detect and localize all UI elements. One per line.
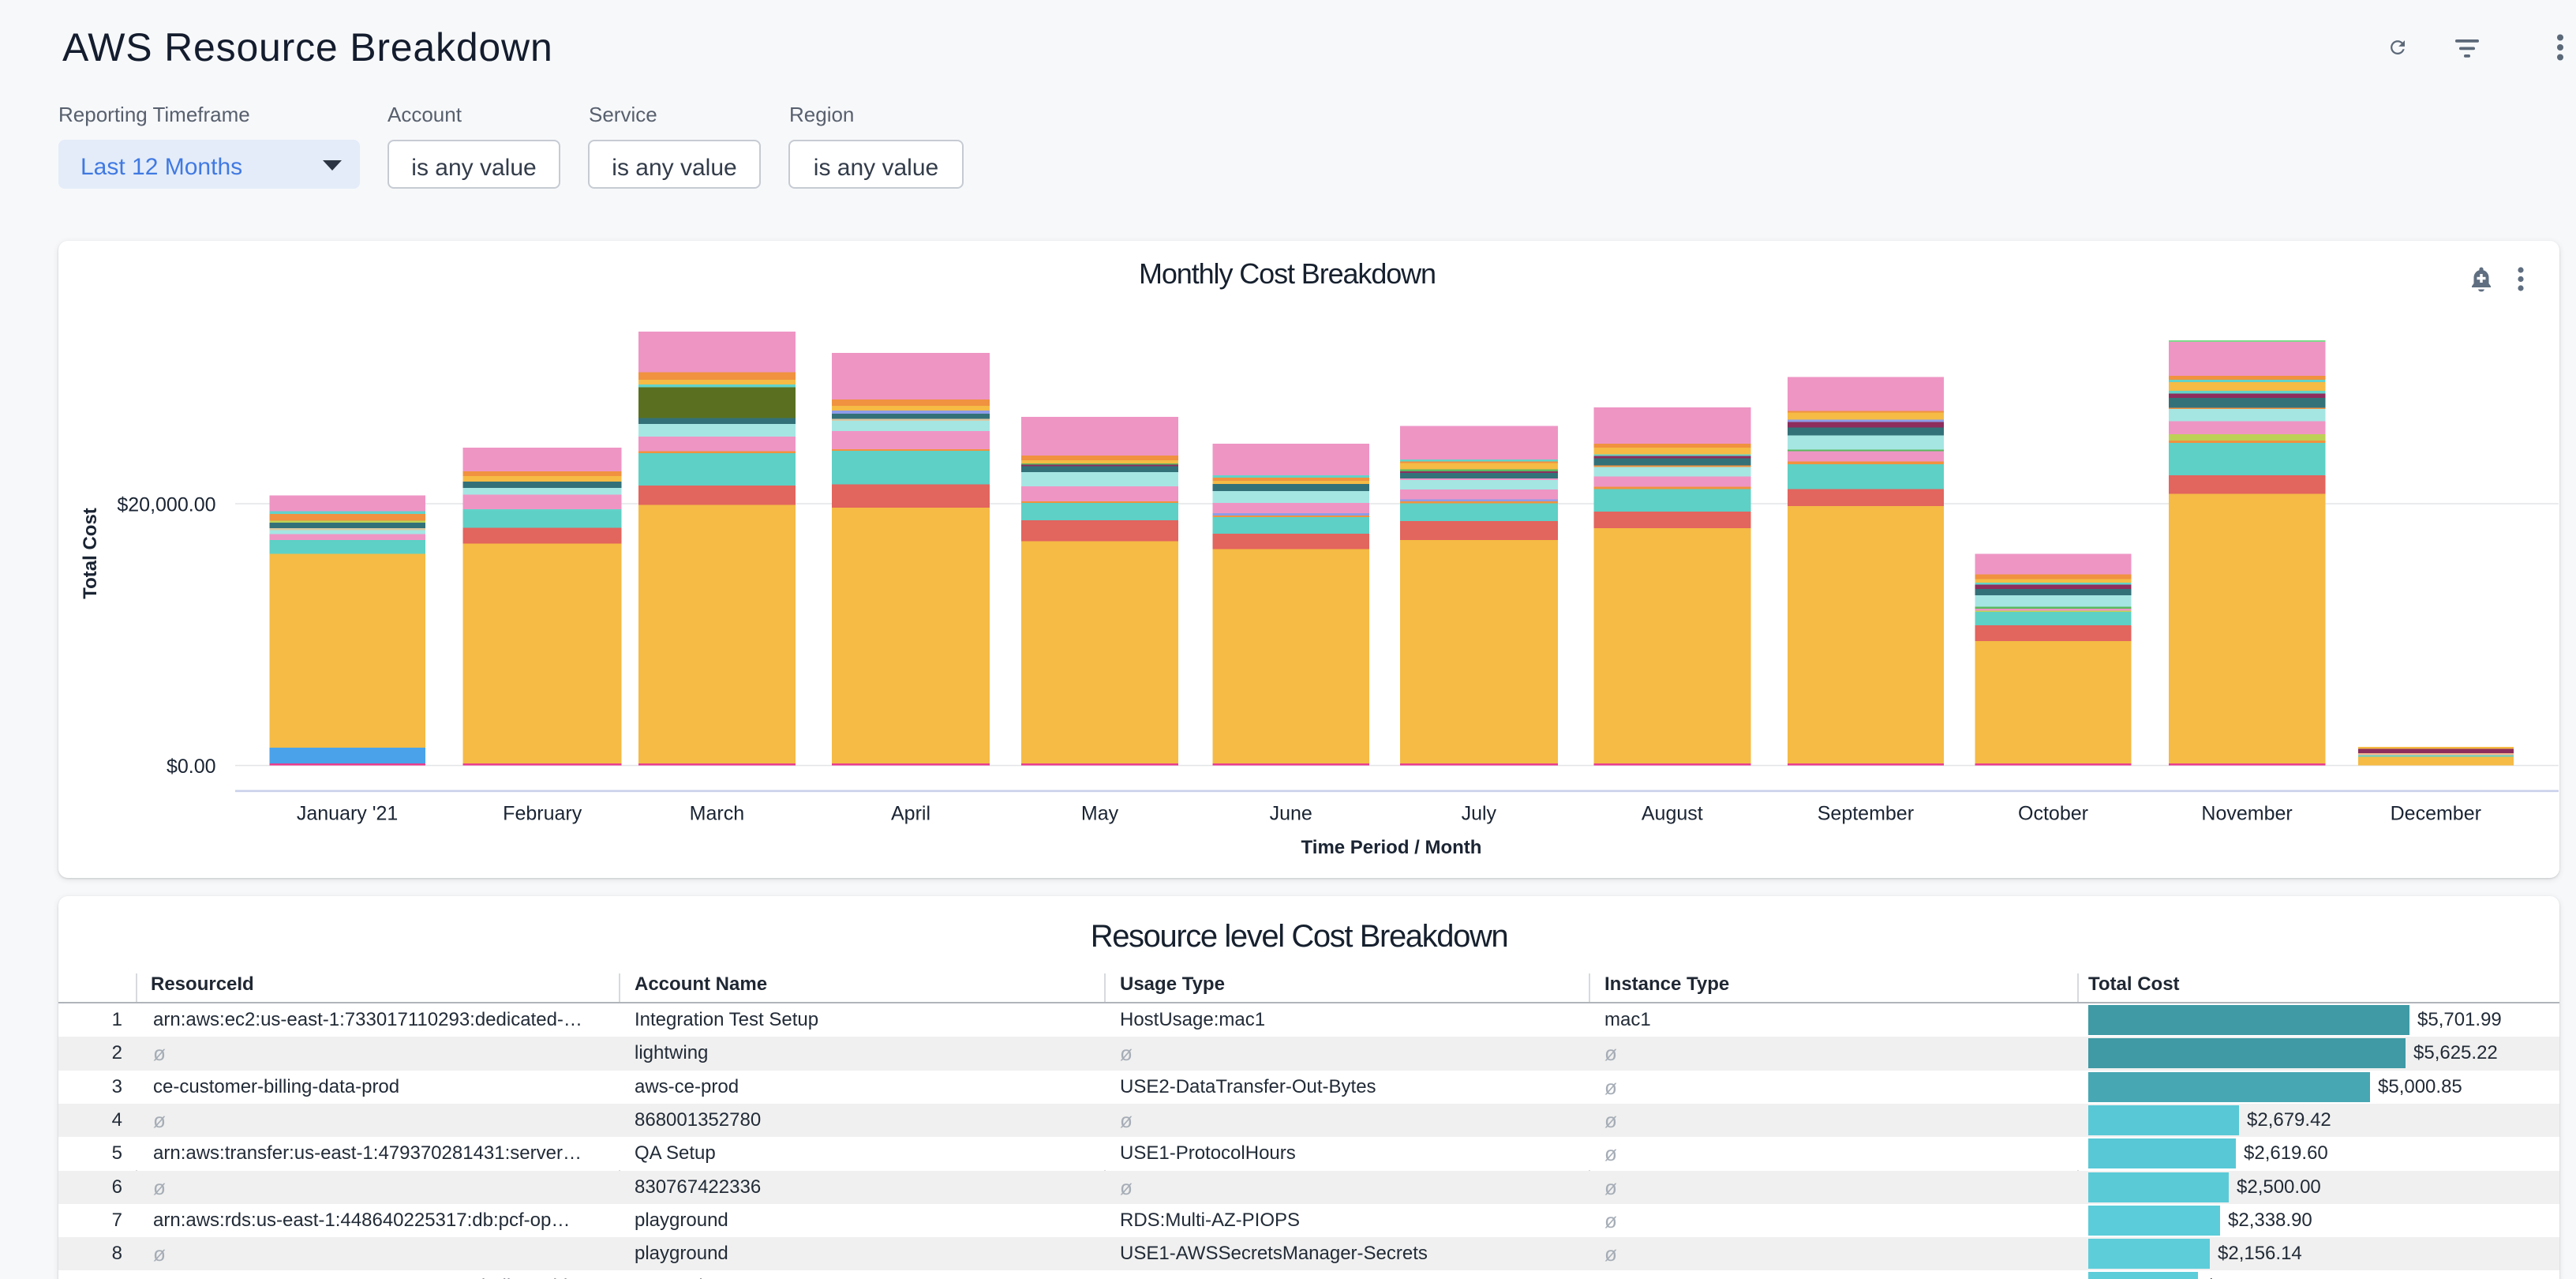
svg-text:November: November [2201,803,2292,825]
svg-text:October: October [2018,803,2088,825]
svg-text:August: August [1642,803,1703,825]
svg-text:March: March [690,803,744,825]
svg-text:February: February [503,803,582,825]
svg-text:$20,000.00: $20,000.00 [117,494,215,516]
svg-text:May: May [1081,803,1119,825]
svg-text:September: September [1818,803,1914,825]
svg-text:Total Cost: Total Cost [80,508,101,599]
svg-text:December: December [2391,803,2481,825]
svg-text:April: April [891,803,930,825]
svg-text:January '21: January '21 [297,803,398,825]
svg-text:Time Period / Month: Time Period / Month [1301,837,1482,858]
svg-text:$0.00: $0.00 [167,756,216,778]
svg-text:June: June [1270,803,1312,825]
svg-text:July: July [1462,803,1497,825]
